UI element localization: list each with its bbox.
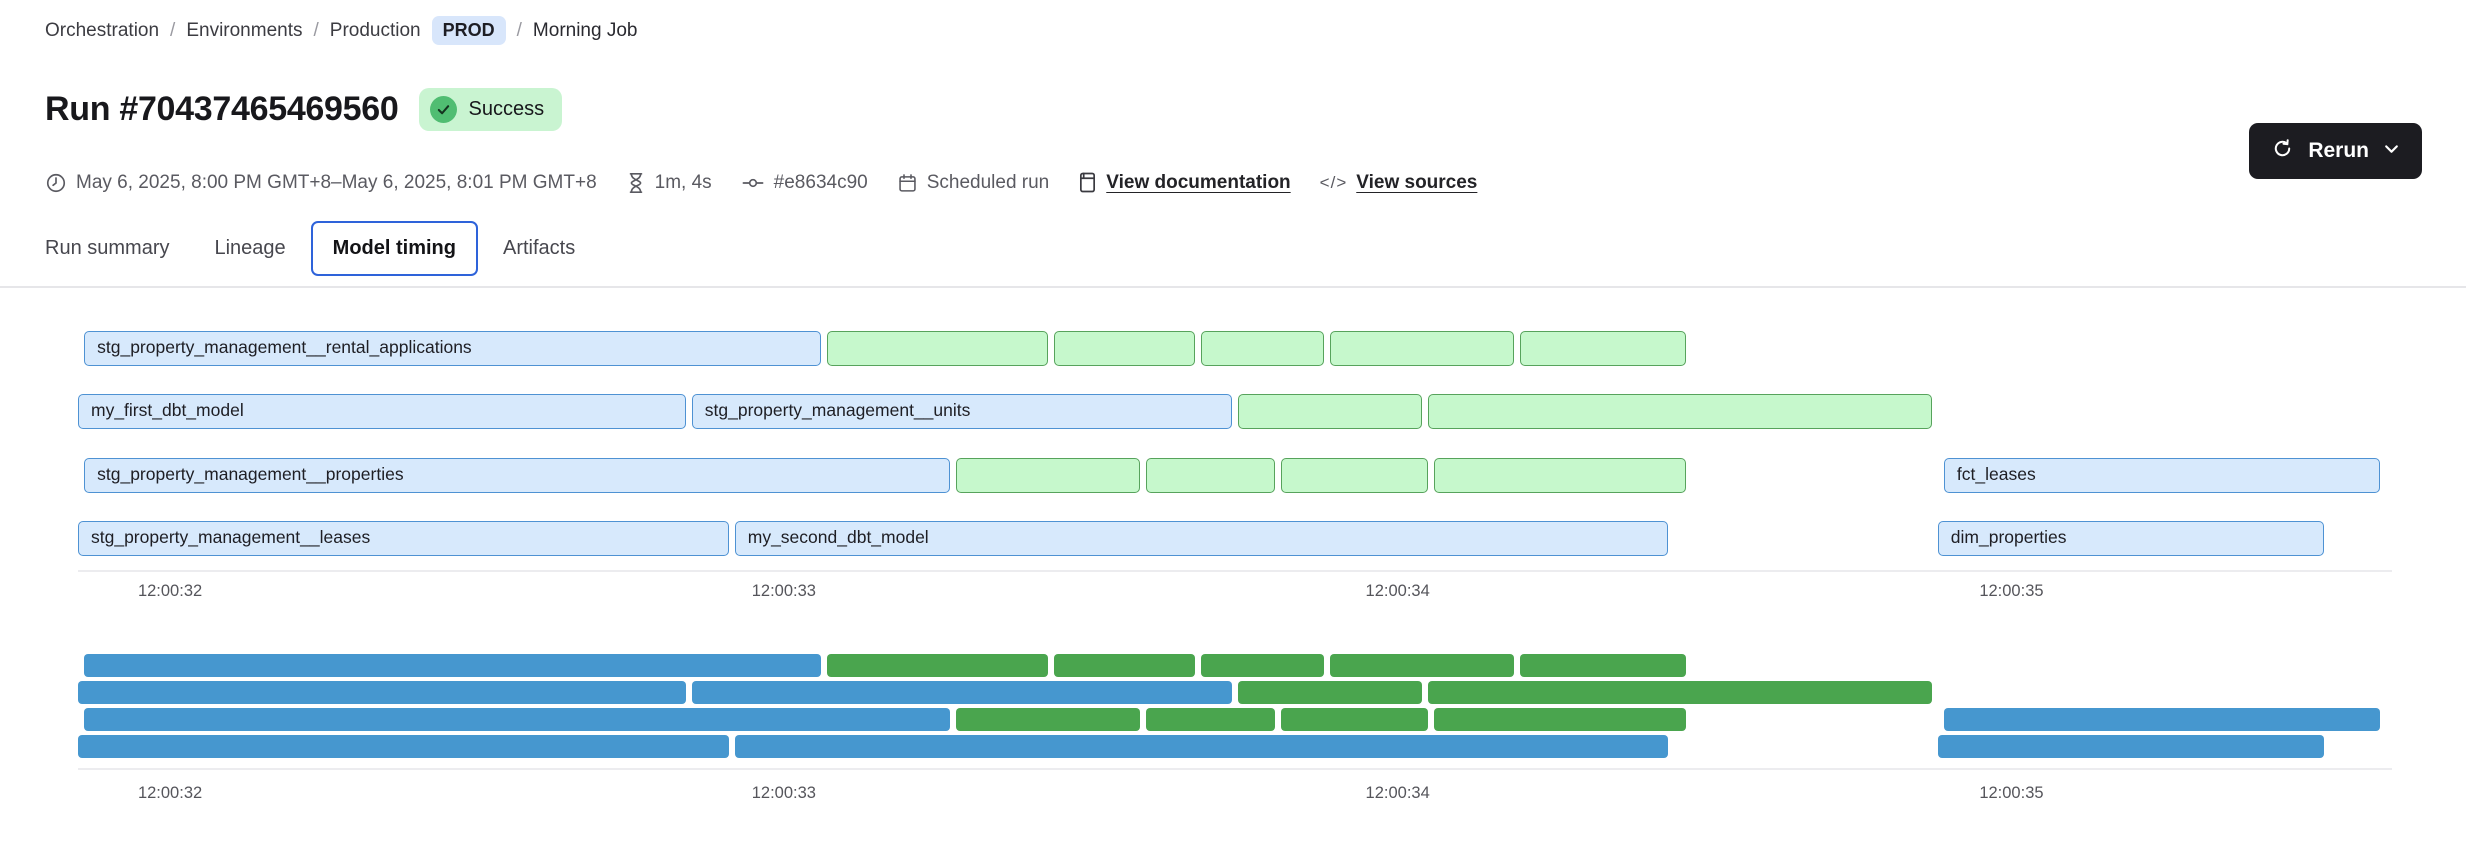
environment-badge: PROD xyxy=(432,16,506,45)
minimap-bar xyxy=(1434,708,1686,731)
minimap-bar xyxy=(735,735,1668,758)
chart-axis-line xyxy=(78,768,2392,770)
axis-tick-label: 12:00:33 xyxy=(752,784,816,803)
gantt-bar[interactable]: my_first_dbt_model xyxy=(78,394,686,429)
breadcrumb-separator: / xyxy=(314,20,319,42)
gantt-bar-label: stg_property_management__units xyxy=(693,395,1231,426)
gantt-bar[interactable]: stg_property_management__properties xyxy=(84,458,949,493)
axis-tick-label: 12:00:35 xyxy=(1979,582,2043,601)
refresh-icon xyxy=(2271,137,2294,166)
breadcrumb-item-morning-job[interactable]: Morning Job xyxy=(533,20,638,42)
tab-artifacts[interactable]: Artifacts xyxy=(503,223,575,274)
gantt-bar[interactable]: stg_property_management__rental_applicat… xyxy=(84,331,821,366)
gantt-bar[interactable] xyxy=(1238,394,1422,429)
minimap-bar xyxy=(84,654,821,677)
gantt-bar-label: my_second_dbt_model xyxy=(736,522,1667,553)
run-metadata-row: May 6, 2025, 8:00 PM GMT+8–May 6, 2025, … xyxy=(45,171,1477,194)
gantt-bar-label: stg_property_management__leases xyxy=(79,522,728,553)
axis-tick-label: 12:00:34 xyxy=(1366,784,1430,803)
breadcrumb-item-orchestration[interactable]: Orchestration xyxy=(45,20,159,42)
minimap-bar xyxy=(1281,708,1428,731)
run-time-range: May 6, 2025, 8:00 PM GMT+8–May 6, 2025, … xyxy=(45,172,597,194)
breadcrumb-item-environments[interactable]: Environments xyxy=(186,20,302,42)
gantt-bar[interactable]: my_second_dbt_model xyxy=(735,521,1668,556)
gantt-bar[interactable] xyxy=(1330,331,1514,366)
gantt-bar[interactable] xyxy=(1434,458,1686,493)
breadcrumb-separator: / xyxy=(517,20,522,42)
minimap-bar xyxy=(1238,681,1422,704)
minimap-bar xyxy=(1944,708,2380,731)
tab-model-timing[interactable]: Model timing xyxy=(311,221,478,276)
minimap-bar xyxy=(1054,654,1195,677)
minimap-bar xyxy=(692,681,1232,704)
gantt-bar[interactable]: fct_leases xyxy=(1944,458,2380,493)
gantt-bar-label: my_first_dbt_model xyxy=(79,395,685,426)
gantt-bar[interactable] xyxy=(1146,458,1275,493)
code-icon: </> xyxy=(1320,173,1348,193)
gantt-bar-label: stg_property_management__properties xyxy=(85,459,948,490)
minimap-bar xyxy=(1938,735,2325,758)
documentation-icon xyxy=(1078,171,1097,194)
gantt-bar[interactable]: stg_property_management__units xyxy=(692,394,1232,429)
hourglass-icon xyxy=(626,172,646,194)
clock-icon xyxy=(45,172,67,194)
axis-tick-label: 12:00:32 xyxy=(138,582,202,601)
breadcrumb: Orchestration / Environments / Productio… xyxy=(45,16,637,45)
minimap-bar xyxy=(78,681,686,704)
gantt-bar[interactable] xyxy=(1054,331,1195,366)
minimap-bar xyxy=(78,735,729,758)
success-check-icon xyxy=(430,96,457,123)
breadcrumb-item-production[interactable]: Production xyxy=(330,20,421,42)
minimap-bar xyxy=(1201,654,1324,677)
gantt-bar-label: dim_properties xyxy=(1939,522,2324,553)
run-duration: 1m, 4s xyxy=(626,172,712,194)
view-sources-link[interactable]: </> View sources xyxy=(1320,172,1478,194)
gantt-bar[interactable] xyxy=(827,331,1048,366)
page-title: Run #70437465469560 xyxy=(45,90,398,129)
gantt-bar[interactable]: dim_properties xyxy=(1938,521,2325,556)
status-badge: Success xyxy=(419,88,562,131)
rerun-dropdown-chevron-icon[interactable] xyxy=(2383,139,2400,163)
run-tabs: Run summary Lineage Model timing Artifac… xyxy=(45,221,575,276)
minimap-bar xyxy=(84,708,949,731)
calendar-icon xyxy=(897,172,918,194)
breadcrumb-separator: / xyxy=(170,20,175,42)
axis-tick-label: 12:00:35 xyxy=(1979,784,2043,803)
view-documentation-link[interactable]: View documentation xyxy=(1078,171,1290,194)
tabs-divider xyxy=(0,286,2466,288)
git-commit-icon xyxy=(741,172,765,194)
trigger-type: Scheduled run xyxy=(897,172,1050,194)
gantt-bar-label: stg_property_management__rental_applicat… xyxy=(85,332,820,363)
axis-tick-label: 12:00:34 xyxy=(1366,582,1430,601)
tab-lineage[interactable]: Lineage xyxy=(214,223,285,274)
chart-axis-line xyxy=(78,570,2392,572)
axis-tick-label: 12:00:33 xyxy=(752,582,816,601)
status-badge-label: Success xyxy=(468,98,544,121)
axis-tick-label: 12:00:32 xyxy=(138,784,202,803)
minimap-bar xyxy=(1520,654,1686,677)
title-row: Run #70437465469560 Success xyxy=(45,88,562,131)
timeline-minimap[interactable]: 12:00:32 12:00:33 12:00:34 12:00:35 xyxy=(78,640,2392,810)
commit-hash: #e8634c90 xyxy=(741,172,868,194)
gantt-bar[interactable] xyxy=(1520,331,1686,366)
model-timing-gantt: stg_property_management__rental_applicat… xyxy=(78,300,2392,610)
rerun-button[interactable]: Rerun xyxy=(2249,123,2422,179)
rerun-button-label: Rerun xyxy=(2308,139,2369,163)
gantt-bar-label: fct_leases xyxy=(1945,459,2379,490)
minimap-bar xyxy=(956,708,1140,731)
minimap-bar xyxy=(1428,681,1931,704)
minimap-bar xyxy=(1146,708,1275,731)
gantt-bar[interactable] xyxy=(1428,394,1931,429)
gantt-bar[interactable]: stg_property_management__leases xyxy=(78,521,729,556)
tab-run-summary[interactable]: Run summary xyxy=(45,223,169,274)
minimap-bar xyxy=(1330,654,1514,677)
gantt-bar[interactable] xyxy=(956,458,1140,493)
minimap-bar xyxy=(827,654,1048,677)
gantt-bar[interactable] xyxy=(1281,458,1428,493)
gantt-bar[interactable] xyxy=(1201,331,1324,366)
